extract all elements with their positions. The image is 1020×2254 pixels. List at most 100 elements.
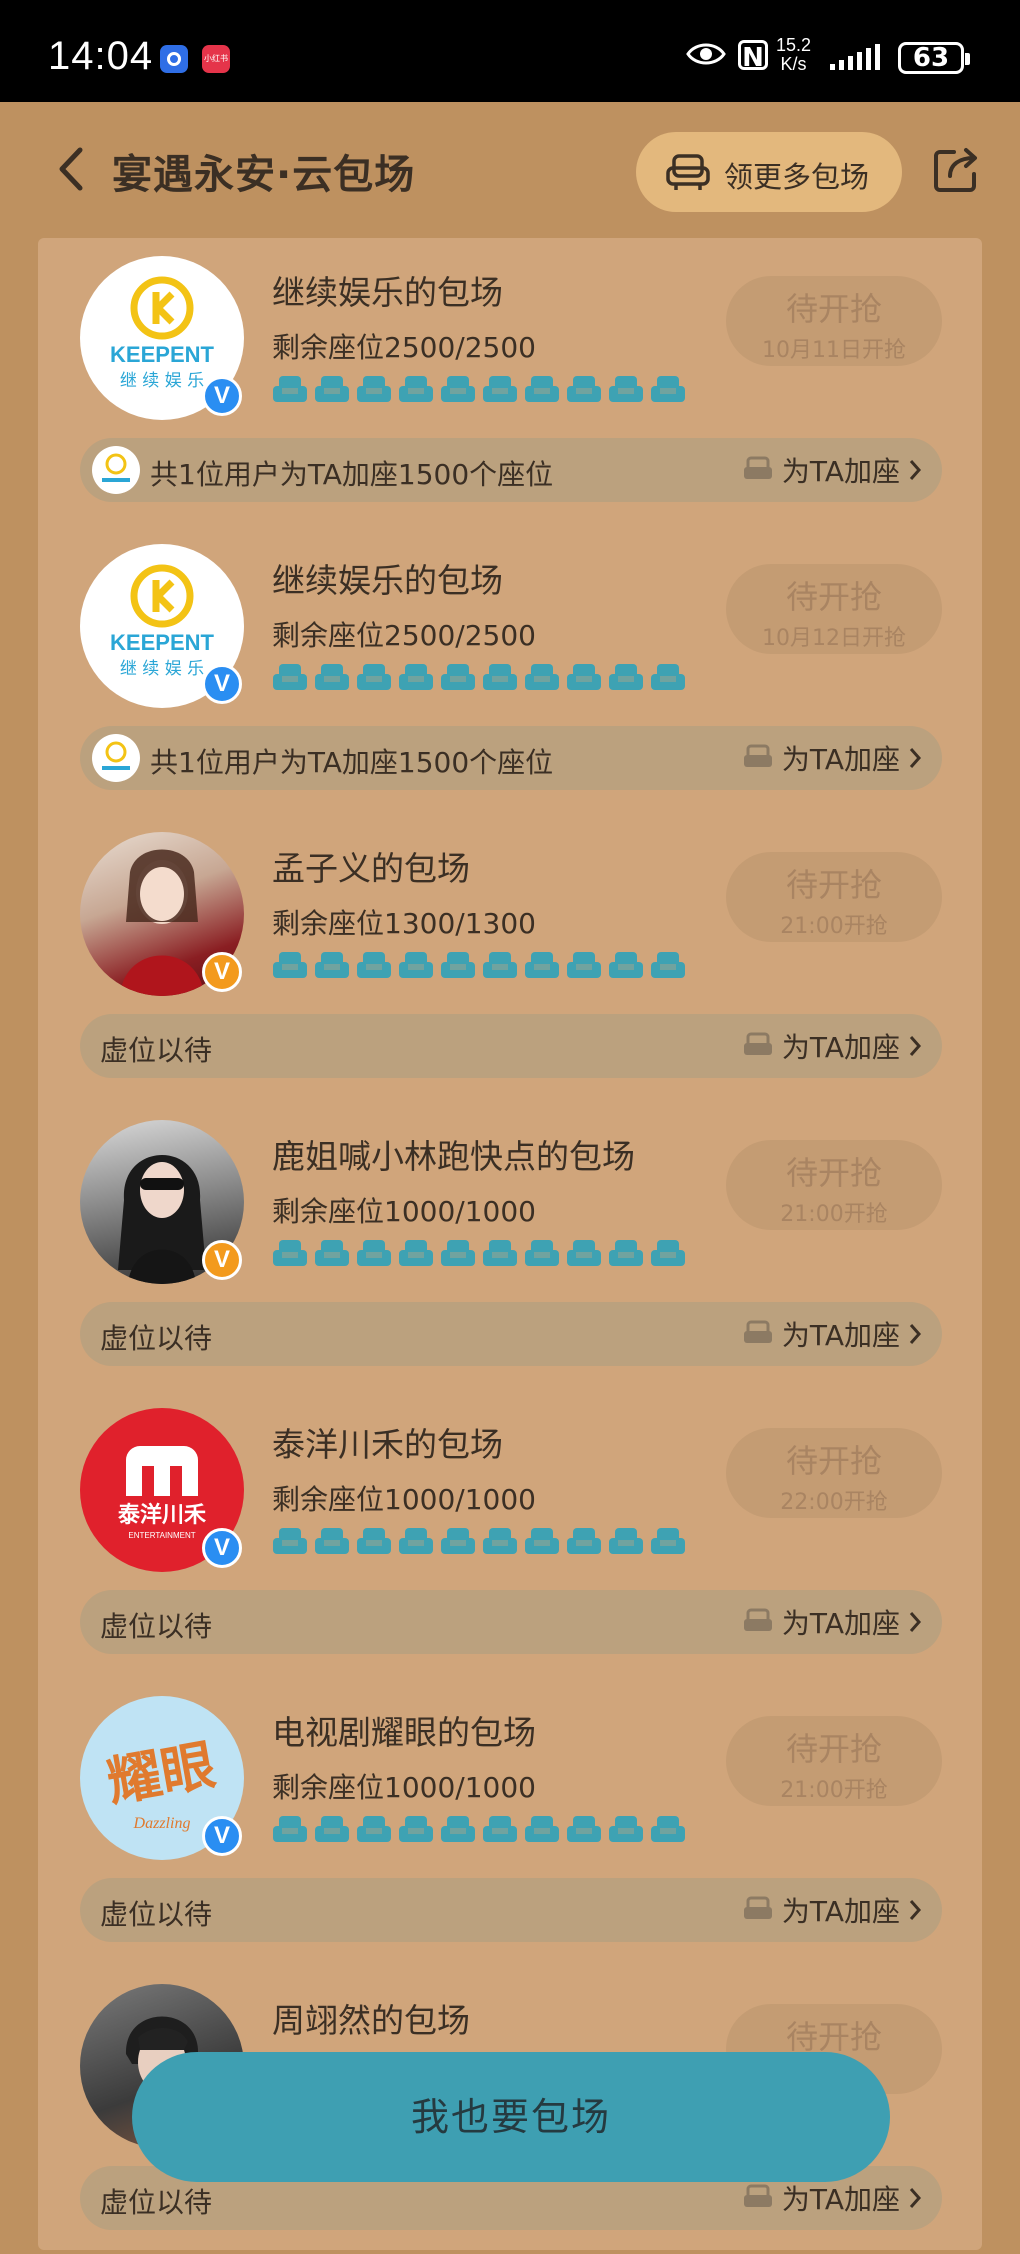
seat-icon	[315, 1240, 349, 1266]
baidu-app-icon	[160, 45, 188, 73]
seat-icon	[609, 1816, 643, 1842]
seat-icon	[399, 952, 433, 978]
avatar-text: 泰洋川禾	[117, 1502, 206, 1528]
status-time: 10月11日开抢	[762, 338, 906, 363]
seat-row	[272, 1238, 686, 1274]
seat-icon	[525, 664, 559, 690]
status-label: 待开抢	[785, 290, 882, 328]
screening-list[interactable]: KEEPENT 继 续 娱 乐 V 继续娱乐的包场 剩余座位2500/2500 …	[38, 238, 982, 2250]
add-seat-bar[interactable]: 虚位以待 为TA加座	[80, 1302, 942, 1366]
screening-card[interactable]: V 孟子义的包场 剩余座位1300/1300 待开抢 21:00开抢 虚位以待 …	[38, 814, 982, 1102]
seat-icon	[441, 376, 475, 402]
status-time: 21:00开抢	[780, 1778, 888, 1803]
seat-icon	[609, 952, 643, 978]
add-seat-bar[interactable]: 虚位以待 为TA加座	[80, 1590, 942, 1654]
seat-icon	[315, 1816, 349, 1842]
screening-card[interactable]: KEEPENT 继 续 娱 乐 V 继续娱乐的包场 剩余座位2500/2500 …	[38, 526, 982, 814]
add-seat-bar[interactable]: 共1位用户为TA加座1500个座位 为TA加座	[80, 438, 942, 502]
supporter-text: 虚位以待	[100, 1610, 213, 1643]
add-seat-button[interactable]: 为TA加座	[742, 740, 922, 776]
seat-icon	[273, 1816, 307, 1842]
avatar-text-bottom: 继 续 娱 乐	[120, 371, 204, 391]
screening-card[interactable]: V 鹿姐喊小林跑快点的包场 剩余座位1000/1000 待开抢 21:00开抢 …	[38, 1102, 982, 1390]
seat-row	[272, 374, 686, 410]
add-seat-button[interactable]: 为TA加座	[742, 1028, 922, 1064]
sofa-icon	[743, 2184, 772, 2207]
screening-card[interactable]: 泰洋川禾 ENTERTAINMENT V 泰洋川禾的包场 剩余座位1000/10…	[38, 1390, 982, 1678]
seat-row	[272, 1814, 686, 1850]
screening-card[interactable]: 耀眼 Dazzling V 电视剧耀眼的包场 剩余座位1000/1000 待开抢…	[38, 1678, 982, 1966]
screening-name: 鹿姐喊小林跑快点的包场	[272, 1137, 635, 1176]
add-seat-bar[interactable]: 虚位以待 为TA加座	[80, 1878, 942, 1942]
chevron-right-icon	[909, 1324, 922, 1344]
sofa-icon	[743, 456, 772, 479]
add-seat-button[interactable]: 为TA加座	[742, 2180, 922, 2216]
add-seat-label: 为TA加座	[781, 1319, 900, 1352]
status-pill[interactable]: 待开抢 21:00开抢	[726, 852, 942, 942]
more-screenings-label: 领更多包场	[724, 160, 870, 194]
supporter-avatar	[92, 446, 140, 494]
add-seat-button[interactable]: 为TA加座	[742, 1892, 922, 1928]
add-seat-label: 为TA加座	[781, 2183, 900, 2216]
supporter-text: 虚位以待	[100, 2186, 213, 2219]
seat-icon	[651, 952, 685, 978]
seat-icon	[357, 664, 391, 690]
status-time: 10月12日开抢	[762, 626, 906, 651]
network-speed-value: 15.2	[776, 35, 812, 55]
supporter-text: 共1位用户为TA加座1500个座位	[150, 458, 554, 491]
screening-name: 孟子义的包场	[272, 849, 470, 888]
add-seat-label: 为TA加座	[781, 1031, 900, 1064]
seat-icon	[483, 1816, 517, 1842]
more-screenings-button[interactable]: 领更多包场	[636, 132, 902, 212]
screening-card[interactable]: KEEPENT 继 续 娱 乐 V 继续娱乐的包场 剩余座位2500/2500 …	[38, 238, 982, 526]
seat-icon	[273, 376, 307, 402]
seat-icon	[567, 952, 601, 978]
remaining-seats: 剩余座位1300/1300	[272, 907, 536, 940]
verified-badge-icon: V	[202, 1240, 242, 1280]
back-icon[interactable]	[52, 144, 92, 194]
add-seat-button[interactable]: 为TA加座	[742, 1604, 922, 1640]
chevron-right-icon	[909, 1900, 922, 1920]
seat-icon	[315, 664, 349, 690]
chevron-right-icon	[909, 748, 922, 768]
share-icon[interactable]	[932, 146, 980, 194]
seat-icon	[609, 664, 643, 690]
xiaohongshu-app-icon: 小红书	[202, 45, 230, 73]
status-pill[interactable]: 待开抢 21:00开抢	[726, 1140, 942, 1230]
add-seat-bar[interactable]: 共1位用户为TA加座1500个座位 为TA加座	[80, 726, 942, 790]
avatar-subtext: ENTERTAINMENT	[128, 1531, 195, 1540]
add-seat-button[interactable]: 为TA加座	[742, 452, 922, 488]
seat-icon	[483, 376, 517, 402]
chevron-right-icon	[909, 2188, 922, 2208]
add-seat-bar[interactable]: 虚位以待 为TA加座	[80, 1014, 942, 1078]
nfc-icon: N	[738, 40, 768, 73]
remaining-seats: 剩余座位1000/1000	[272, 1483, 536, 1516]
verified-badge-icon: V	[202, 952, 242, 992]
battery-icon: 63	[898, 42, 970, 74]
status-label: 待开抢	[785, 578, 882, 616]
seat-icon	[609, 376, 643, 402]
verified-badge-icon: V	[202, 1528, 242, 1568]
sofa-icon	[743, 1896, 772, 1919]
status-pill[interactable]: 待开抢 21:00开抢	[726, 1716, 942, 1806]
chevron-right-icon	[909, 1612, 922, 1632]
seat-icon	[399, 664, 433, 690]
status-pill[interactable]: 待开抢 10月12日开抢	[726, 564, 942, 654]
seat-row	[272, 950, 686, 986]
seat-icon	[525, 1816, 559, 1842]
status-pill[interactable]: 待开抢 22:00开抢	[726, 1428, 942, 1518]
remaining-seats: 剩余座位2500/2500	[272, 619, 536, 652]
screening-name: 泰洋川禾的包场	[272, 1425, 503, 1464]
seat-icon	[483, 1528, 517, 1554]
create-screening-button[interactable]: 我也要包场	[132, 2052, 890, 2182]
seat-icon	[399, 1240, 433, 1266]
status-label: 待开抢	[785, 1154, 882, 1192]
status-pill[interactable]: 待开抢 10月11日开抢	[726, 276, 942, 366]
add-seat-button[interactable]: 为TA加座	[742, 1316, 922, 1352]
remaining-seats: 剩余座位2500/2500	[272, 331, 536, 364]
add-seat-label: 为TA加座	[781, 455, 900, 488]
seat-icon	[651, 1816, 685, 1842]
screening-name: 周翊然的包场	[272, 2001, 470, 2040]
seat-row	[272, 1526, 686, 1562]
status-label: 待开抢	[785, 1442, 882, 1480]
